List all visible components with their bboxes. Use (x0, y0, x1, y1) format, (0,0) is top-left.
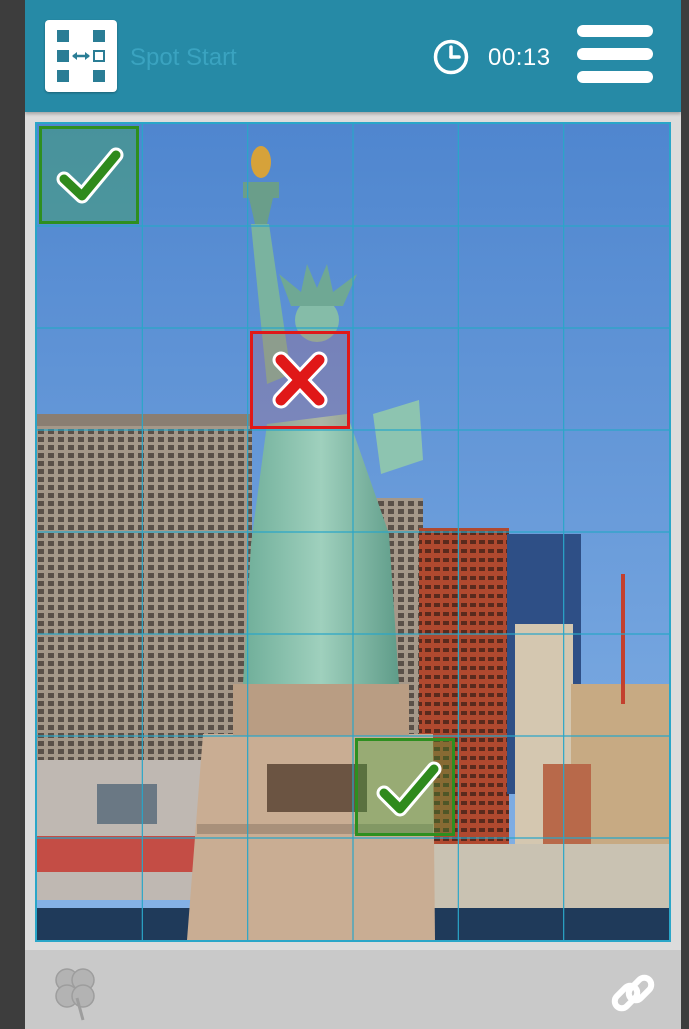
puzzle-swap-icon[interactable] (45, 20, 117, 92)
check-icon (56, 147, 124, 204)
link-icon[interactable] (605, 966, 661, 1022)
game-screen: Spot Start 00:13 (25, 0, 681, 1029)
page-title: Spot Start (130, 44, 237, 71)
wrong-tile-mark[interactable] (250, 331, 350, 429)
footer-bar (25, 950, 681, 1029)
clock-icon (433, 39, 469, 75)
clover-icon[interactable] (43, 958, 107, 1022)
timer-value: 00:13 (488, 44, 551, 71)
puzzle-board[interactable] (35, 122, 671, 942)
cross-icon (272, 351, 328, 409)
check-icon (376, 761, 442, 817)
statue-of-liberty-photo (37, 124, 669, 940)
header-bar: Spot Start 00:13 (25, 0, 681, 112)
hamburger-menu-icon[interactable] (577, 25, 653, 83)
correct-tile-mark[interactable] (39, 126, 139, 224)
correct-tile-mark[interactable] (355, 738, 455, 836)
